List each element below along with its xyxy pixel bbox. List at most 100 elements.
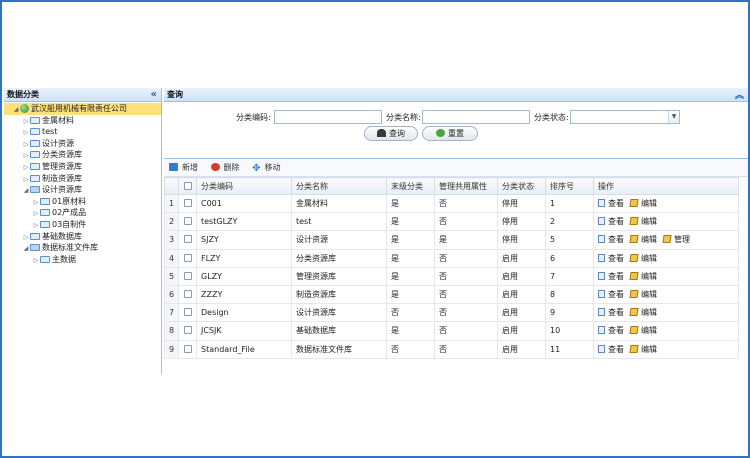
view-label: 查看 — [608, 326, 624, 336]
cell-code: FLZY — [196, 248, 292, 268]
row-checkbox[interactable] — [183, 253, 192, 262]
view-button[interactable]: 查看 — [598, 234, 624, 245]
table-row[interactable]: 8 JCSJK 基础数据库是否启用 10 查看 编辑 — [164, 321, 739, 341]
edit-icon — [629, 217, 639, 226]
table-row[interactable]: 3 SJZY 设计资源是是停用 5 查看 编辑 管理 — [164, 230, 739, 250]
row-checkbox[interactable] — [183, 290, 192, 299]
header-name[interactable]: 分类名称 — [291, 177, 387, 195]
folder-icon — [40, 197, 50, 205]
select-all-checkbox[interactable] — [183, 181, 192, 190]
tree-node[interactable]: ◢ 武汉船用机械有限责任公司 — [4, 103, 161, 115]
tree-node-label: 主数据 — [52, 254, 76, 264]
tree-node[interactable]: ◢ 数据标准文件库 — [4, 242, 161, 254]
tree-node[interactable]: ▷ 分类资源库 — [4, 149, 161, 161]
header-order[interactable]: 排序号 — [545, 177, 594, 195]
name-input[interactable] — [422, 110, 530, 124]
category-table: 分类编码 分类名称 末级分类 管理共用属性 分类状态 排序号 操作 1 C001 金… — [164, 177, 739, 359]
header-leaf[interactable]: 末级分类 — [386, 177, 435, 195]
search-button[interactable]: 查询 — [364, 126, 418, 141]
cell-order: 10 — [545, 321, 594, 341]
row-checkbox[interactable] — [183, 308, 192, 317]
row-checkbox[interactable] — [183, 217, 192, 226]
chevron-down-icon[interactable]: ▼ — [668, 111, 679, 123]
tree-node[interactable]: ▷ 02产成品 — [4, 207, 161, 219]
edit-button[interactable]: 编辑 — [629, 344, 657, 355]
table-row[interactable]: 7 Design 设计资源库否否启用 9 查看 编辑 — [164, 303, 739, 323]
tree-node[interactable]: ▷ 03自制件 — [4, 219, 161, 231]
row-select-cell — [178, 339, 197, 359]
cell-leaf: 是 — [386, 266, 435, 286]
manage-button[interactable]: 管理 — [662, 234, 690, 245]
view-button[interactable]: 查看 — [598, 216, 624, 227]
header-code[interactable]: 分类编码 — [196, 177, 292, 195]
view-button[interactable]: 查看 — [598, 325, 624, 336]
row-checkbox[interactable] — [183, 235, 192, 244]
tree-node[interactable]: ▷ 设计资源 — [4, 138, 161, 150]
tree-node[interactable]: ▷ 基础数据库 — [4, 231, 161, 243]
move-icon: ✥ — [252, 163, 261, 174]
view-button[interactable]: 查看 — [598, 271, 624, 282]
row-select-cell — [178, 193, 197, 214]
table-row[interactable]: 5 GLZY 管理资源库是否启用 7 查看 编辑 — [164, 266, 739, 286]
row-checkbox[interactable] — [183, 271, 192, 280]
row-checkbox[interactable] — [183, 199, 192, 208]
row-number: 8 — [164, 321, 179, 341]
name-label: 分类名称: — [386, 113, 421, 122]
cell-shared: 否 — [434, 193, 498, 214]
row-checkbox[interactable] — [183, 326, 192, 335]
move-button[interactable]: ✥ 移动 — [252, 159, 280, 177]
edit-button[interactable]: 编辑 — [629, 325, 657, 336]
row-select-cell — [178, 230, 197, 250]
cell-leaf: 是 — [386, 248, 435, 268]
row-checkbox[interactable] — [183, 344, 192, 353]
edit-button[interactable]: 编辑 — [629, 216, 657, 227]
view-button[interactable]: 查看 — [598, 253, 624, 264]
header-status[interactable]: 分类状态 — [497, 177, 546, 195]
collapsed-arrow-icon[interactable]: ▷ — [32, 255, 40, 267]
edit-button[interactable]: 编辑 — [629, 234, 657, 245]
edit-label: 编辑 — [641, 308, 657, 318]
edit-label: 编辑 — [641, 253, 657, 263]
cell-code: C001 — [196, 193, 292, 214]
header-shared[interactable]: 管理共用属性 — [434, 177, 498, 195]
table-row[interactable]: 4 FLZY 分类资源库是否启用 6 查看 编辑 — [164, 248, 739, 268]
view-button[interactable]: 查看 — [598, 307, 624, 318]
tree-node[interactable]: ▷ test — [4, 126, 161, 138]
row-select-cell — [178, 266, 197, 286]
cell-actions: 查看 编辑 — [593, 248, 739, 268]
table-row[interactable]: 2 testGLZY test 是否停用 2 查看 编辑 — [164, 212, 739, 232]
cell-shared: 否 — [434, 212, 498, 232]
delete-button[interactable]: 删除 — [210, 159, 240, 177]
reset-button[interactable]: 重置 — [422, 126, 478, 141]
tree-node[interactable]: ▷ 管理资源库 — [4, 161, 161, 173]
table-row[interactable]: 6 ZZZY 制造资源库是否启用 8 查看 编辑 — [164, 284, 739, 305]
cell-order: 9 — [545, 303, 594, 323]
code-input[interactable] — [274, 110, 382, 124]
edit-button[interactable]: 编辑 — [629, 289, 657, 300]
edit-button[interactable]: 编辑 — [629, 271, 657, 282]
view-button[interactable]: 查看 — [598, 344, 624, 355]
table-row[interactable]: 1 C001 金属材料是否停用 1 查看 编辑 — [164, 193, 739, 214]
collapse-left-icon[interactable]: « — [151, 88, 157, 102]
tree-node[interactable]: ◢ 设计资源库 — [4, 184, 161, 196]
tree-node-label: 02产成品 — [52, 208, 87, 218]
view-button[interactable]: 查看 — [598, 198, 624, 209]
tree-node[interactable]: ▷ 制造资源库 — [4, 173, 161, 185]
edit-button[interactable]: 编辑 — [629, 253, 657, 264]
view-button[interactable]: 查看 — [598, 289, 624, 300]
status-select[interactable]: ▼ — [570, 110, 680, 124]
tree-node[interactable]: ▷ 01原材料 — [4, 196, 161, 208]
view-label: 查看 — [608, 235, 624, 245]
tree-node-label: 数据标准文件库 — [42, 243, 98, 253]
cell-shared: 否 — [434, 284, 498, 305]
tree-node[interactable]: ▷ 金属材料 — [4, 115, 161, 127]
collapse-query-icon[interactable]: ︽ — [735, 89, 744, 103]
row-number: 9 — [164, 339, 179, 359]
cell-order: 6 — [545, 248, 594, 268]
tree-node[interactable]: ▷ 主数据 — [4, 254, 161, 266]
tree-node-label: 设计资源库 — [42, 185, 82, 195]
add-button[interactable]: 新增 — [169, 159, 198, 177]
edit-button[interactable]: 编辑 — [629, 198, 657, 209]
table-row[interactable]: 9 Standard_File 数据标准文件库否否启用 11 查看 编辑 — [164, 339, 739, 359]
edit-button[interactable]: 编辑 — [629, 307, 657, 318]
